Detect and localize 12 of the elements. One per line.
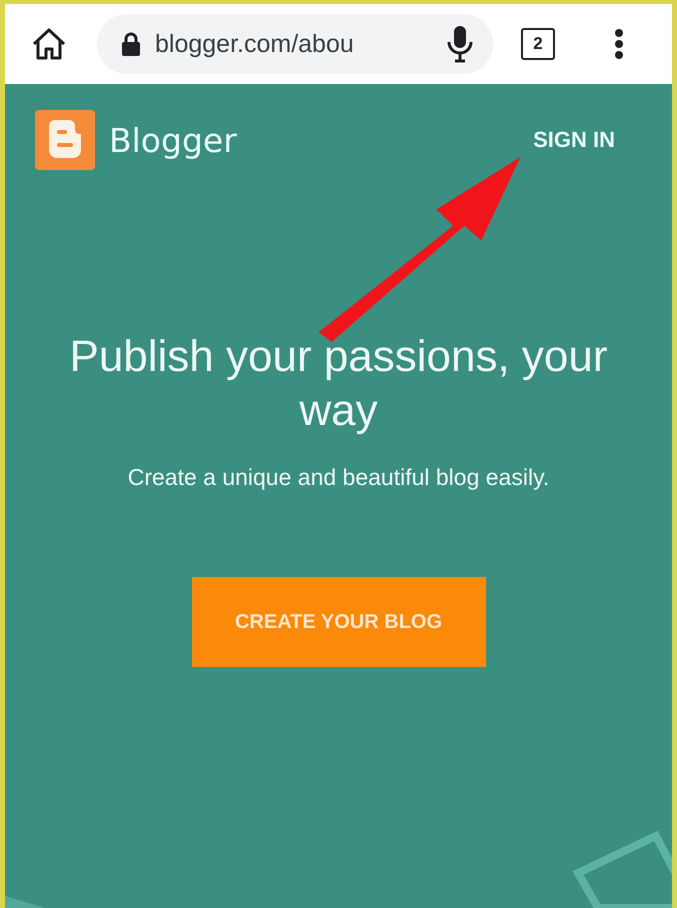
url-text: blogger.com/abou xyxy=(155,30,355,58)
home-icon[interactable] xyxy=(31,27,67,61)
sign-in-link[interactable]: SIGN IN xyxy=(533,127,615,153)
lock-icon xyxy=(121,32,141,56)
microphone-icon[interactable] xyxy=(447,25,473,63)
headline: Publish your passions, your way xyxy=(68,331,609,437)
brand-name: Blogger xyxy=(109,120,238,160)
tab-count-button[interactable]: 2 xyxy=(521,28,555,60)
corner-decoration xyxy=(5,896,45,908)
subtitle: Create a unique and beautiful blog easily. xyxy=(128,464,550,491)
menu-icon[interactable] xyxy=(614,29,624,59)
address-bar[interactable]: blogger.com/abou xyxy=(97,14,493,74)
